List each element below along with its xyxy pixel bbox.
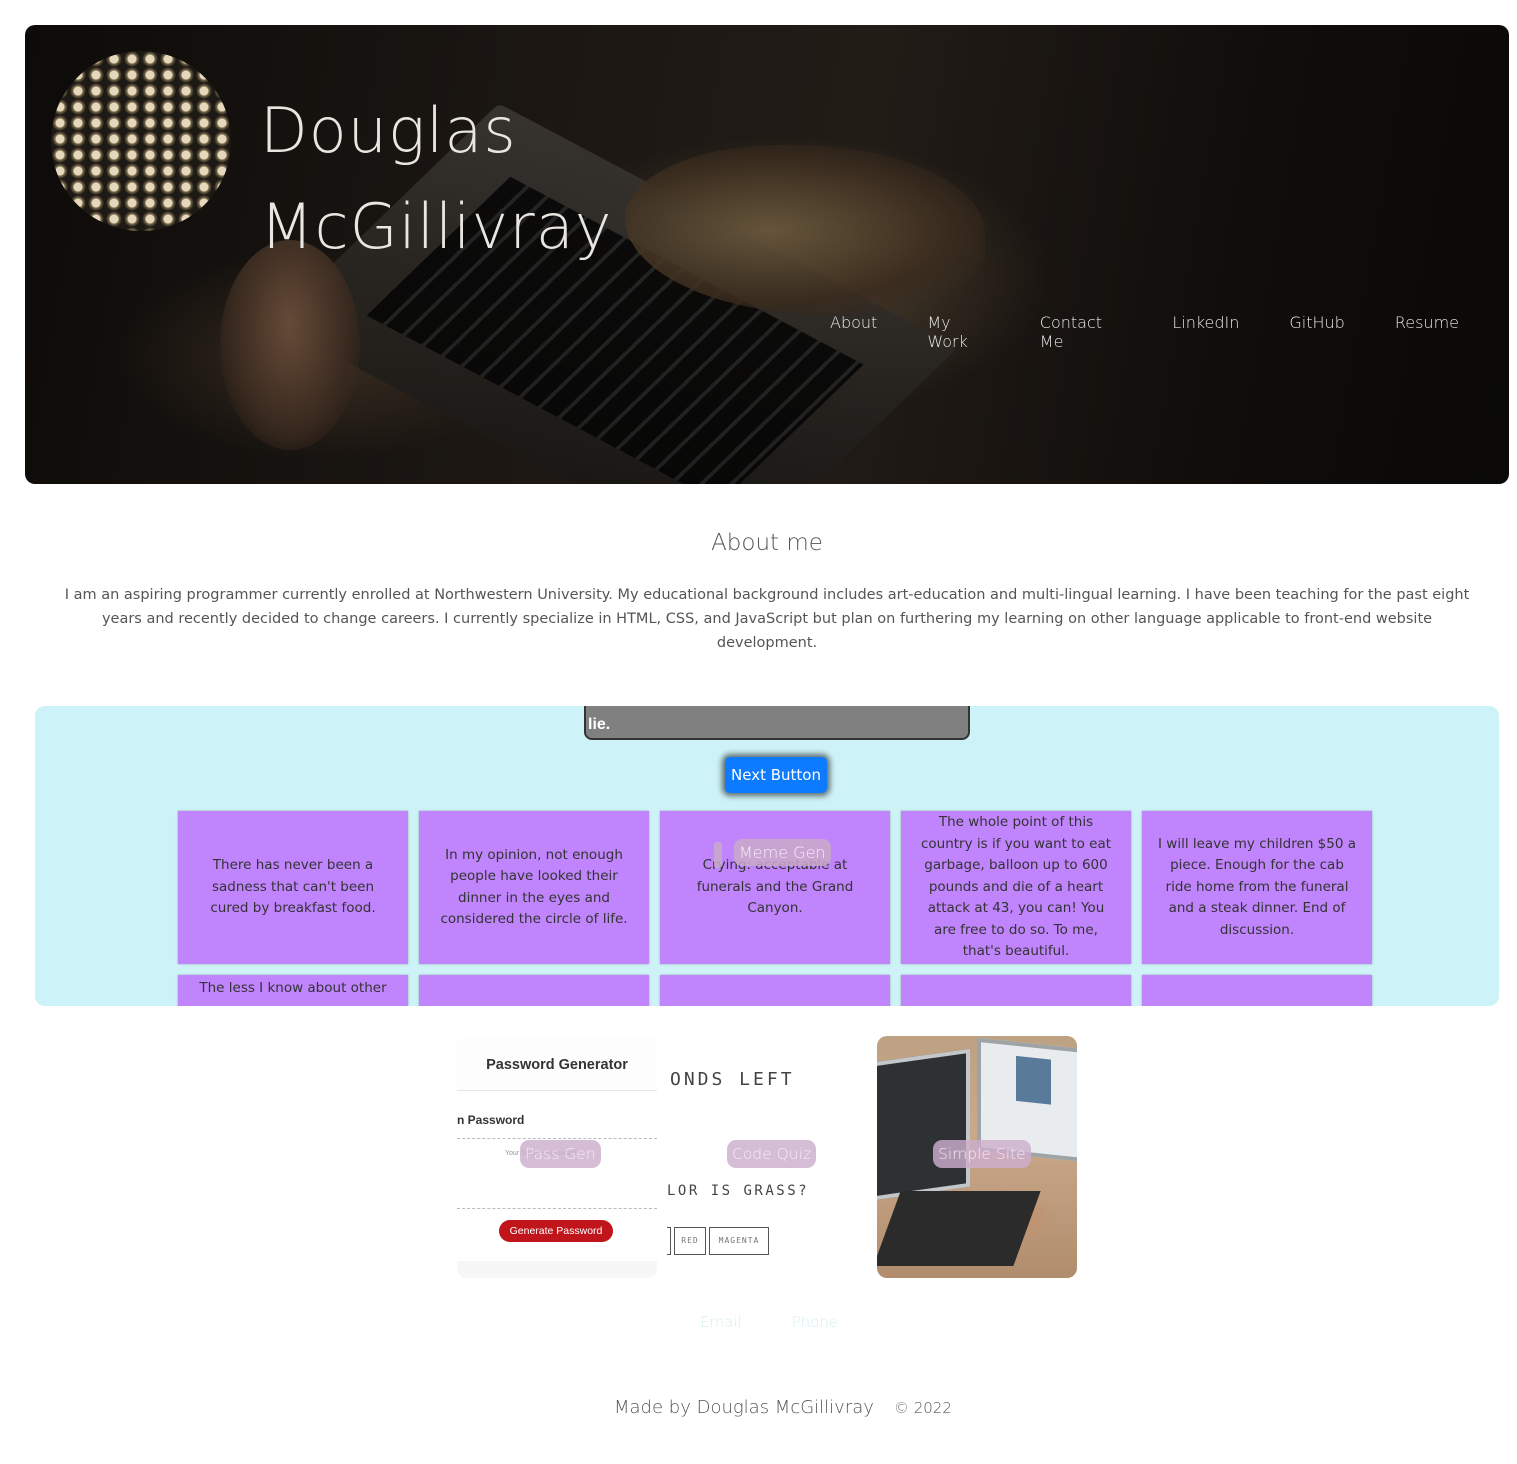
generate-password-button: Generate Password: [499, 1220, 613, 1242]
code-quiz-label[interactable]: Code Quiz: [727, 1140, 817, 1168]
name-last: McGillivray: [260, 190, 613, 263]
simple-site-label[interactable]: Simple Site: [933, 1140, 1031, 1168]
footer: Made by Douglas McGillivray © 2022: [614, 1397, 952, 1418]
name-first: Douglas: [260, 94, 517, 167]
meme-gen-label[interactable]: Meme Gen: [734, 839, 831, 866]
quote-card: [419, 975, 649, 1006]
next-button[interactable]: Next Button: [725, 757, 827, 793]
pw-title: Password Generator: [457, 1036, 657, 1091]
quote-box: lie.: [584, 706, 970, 740]
nav-contact-me[interactable]: Contact Me: [1040, 313, 1123, 351]
about-heading: About me: [711, 530, 823, 556]
footer-credit: Made by Douglas McGillivray: [614, 1397, 874, 1418]
meme-gen-preview[interactable]: lie. Next Button There has never been a …: [35, 706, 1499, 1006]
email-link[interactable]: Email: [700, 1313, 742, 1331]
laptop-screen-image: [877, 1048, 970, 1202]
quote-card: There has never been a sadness that can'…: [178, 811, 408, 964]
nav-github[interactable]: GitHub: [1289, 313, 1344, 351]
keyboard-image: [877, 1191, 1041, 1266]
quote-card: The whole point of this country is if yo…: [901, 811, 1131, 964]
nav-my-work[interactable]: My Work: [927, 313, 989, 351]
avatar: [51, 51, 231, 231]
main-nav: About My Work Contact Me LinkedIn GitHub…: [830, 313, 1509, 351]
about-text: I am an aspiring programmer currently en…: [64, 587, 1470, 651]
quote-text: lie.: [588, 716, 611, 733]
hero-banner: Douglas McGillivray About My Work Contac…: [25, 25, 1509, 484]
divider: [457, 1208, 657, 1209]
quote-card: Crying: acceptable at funerals and the G…: [660, 811, 890, 964]
contact-links: Email Phone: [700, 1313, 888, 1331]
quiz-option: [667, 1227, 671, 1255]
quiz-option: MAGENTA: [709, 1227, 769, 1255]
quote-card: [1142, 975, 1372, 1006]
nav-linkedin[interactable]: LinkedIn: [1172, 313, 1239, 351]
quote-card: The less I know about other: [178, 975, 408, 1006]
quote-card: I will leave my children $50 a piece. En…: [1142, 811, 1372, 964]
quiz-option: RED: [674, 1227, 706, 1255]
footer-copyright: © 2022: [893, 1399, 952, 1417]
nav-about[interactable]: About: [830, 313, 877, 351]
divider: [457, 1138, 657, 1139]
phone-link[interactable]: Phone: [792, 1313, 838, 1331]
quiz-timer: ONDS LEFT: [670, 1069, 795, 1090]
quote-card: In my opinion, not enough people have lo…: [419, 811, 649, 964]
quote-card: [660, 975, 890, 1006]
pw-subtitle: n Password: [457, 1113, 525, 1127]
label-tab: [714, 842, 722, 868]
page-title: Douglas McGillivray: [260, 83, 612, 275]
quiz-question: LOR IS GRASS?: [667, 1183, 810, 1199]
pass-gen-label[interactable]: Pass Gen: [520, 1140, 601, 1168]
quote-card: [901, 975, 1131, 1006]
nav-resume[interactable]: Resume: [1395, 313, 1459, 351]
